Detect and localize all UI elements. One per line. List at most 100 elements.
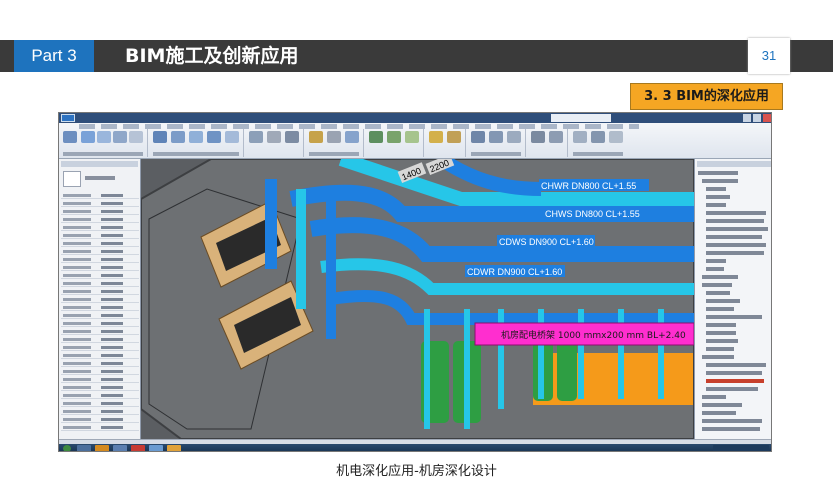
tree-item[interactable]: [706, 307, 734, 311]
stair-tool-icon[interactable]: [285, 131, 299, 143]
taskbar-app-icon[interactable]: [77, 445, 91, 451]
column-tool-icon[interactable]: [153, 131, 167, 143]
property-row[interactable]: [61, 313, 139, 319]
taskbar-app-icon[interactable]: [113, 445, 127, 451]
tree-item[interactable]: [706, 347, 734, 351]
tree-item[interactable]: [702, 395, 726, 399]
property-row[interactable]: [61, 321, 139, 327]
tree-item[interactable]: [702, 355, 734, 359]
property-row[interactable]: [61, 241, 139, 247]
model-line-icon[interactable]: [327, 131, 341, 143]
railing-tool-icon[interactable]: [249, 131, 263, 143]
area-boundary-icon[interactable]: [447, 131, 461, 143]
ramp-tool-icon[interactable]: [267, 131, 281, 143]
property-row[interactable]: [61, 369, 139, 375]
area-tool-icon[interactable]: [429, 131, 443, 143]
window-tool-icon[interactable]: [113, 131, 127, 143]
set-workplane-icon[interactable]: [573, 131, 587, 143]
search-input[interactable]: [551, 114, 611, 122]
tree-item[interactable]: [702, 179, 738, 183]
property-row[interactable]: [61, 385, 139, 391]
tree-item[interactable]: [706, 195, 730, 199]
type-selector[interactable]: [85, 176, 115, 180]
tree-item[interactable]: [706, 291, 730, 295]
viewer-icon[interactable]: [609, 131, 623, 143]
tree-item[interactable]: [706, 331, 736, 335]
tree-item[interactable]: [702, 275, 738, 279]
property-row[interactable]: [61, 225, 139, 231]
3d-viewport[interactable]: CHWR DN800 CL+1.55 CHWS DN800 CL+1.55 CD…: [141, 159, 694, 439]
property-row[interactable]: [61, 409, 139, 415]
tree-item[interactable]: [706, 339, 738, 343]
property-row[interactable]: [61, 249, 139, 255]
property-row[interactable]: [61, 289, 139, 295]
property-row[interactable]: [61, 257, 139, 263]
tree-item[interactable]: [706, 219, 764, 223]
room-separator-icon[interactable]: [387, 131, 401, 143]
property-row[interactable]: [61, 393, 139, 399]
tree-item[interactable]: [706, 243, 766, 247]
wall-tool-icon[interactable]: [81, 131, 95, 143]
property-row[interactable]: [61, 345, 139, 351]
property-row[interactable]: [61, 209, 139, 215]
type-thumbnail[interactable]: [63, 171, 81, 187]
maximize-icon[interactable]: [753, 114, 761, 122]
property-row[interactable]: [61, 297, 139, 303]
component-tool-icon[interactable]: [129, 131, 143, 143]
property-row[interactable]: [61, 417, 139, 423]
tree-item[interactable]: [702, 411, 736, 415]
start-button-icon[interactable]: [63, 445, 71, 451]
property-row[interactable]: [61, 377, 139, 383]
property-row[interactable]: [61, 353, 139, 359]
opening-face-icon[interactable]: [471, 131, 485, 143]
tree-item[interactable]: [706, 235, 762, 239]
tree-item[interactable]: [706, 251, 764, 255]
show-workplane-icon[interactable]: [591, 131, 605, 143]
property-row[interactable]: [61, 233, 139, 239]
tree-item[interactable]: [706, 227, 768, 231]
tree-item[interactable]: [702, 427, 760, 431]
tree-item[interactable]: [706, 323, 736, 327]
property-row[interactable]: [61, 329, 139, 335]
tag-room-icon[interactable]: [405, 131, 419, 143]
grid-icon[interactable]: [549, 131, 563, 143]
tree-item[interactable]: [702, 419, 762, 423]
door-tool-icon[interactable]: [97, 131, 111, 143]
taskbar-app-icon[interactable]: [149, 445, 163, 451]
tree-item[interactable]: [702, 403, 742, 407]
tree-item[interactable]: [706, 363, 766, 367]
property-row[interactable]: [61, 361, 139, 367]
revit-logo-icon[interactable]: [61, 114, 75, 122]
property-row[interactable]: [61, 193, 139, 199]
model-text-icon[interactable]: [309, 131, 323, 143]
room-tool-icon[interactable]: [369, 131, 383, 143]
ribbon-tabs[interactable]: [79, 124, 639, 129]
tree-item[interactable]: [706, 371, 762, 375]
tree-item-selected[interactable]: [706, 379, 764, 383]
property-row[interactable]: [61, 201, 139, 207]
tree-item[interactable]: [706, 187, 726, 191]
system-tray[interactable]: [713, 445, 769, 451]
property-row[interactable]: [61, 281, 139, 287]
wall-opening-icon[interactable]: [507, 131, 521, 143]
curtain-tool-icon[interactable]: [225, 131, 239, 143]
model-group-icon[interactable]: [345, 131, 359, 143]
taskbar-app-icon[interactable]: [167, 445, 181, 451]
taskbar-app-icon[interactable]: [95, 445, 109, 451]
shaft-icon[interactable]: [489, 131, 503, 143]
tree-item[interactable]: [702, 283, 732, 287]
tree-item[interactable]: [706, 315, 762, 319]
property-row[interactable]: [61, 273, 139, 279]
floor-tool-icon[interactable]: [207, 131, 221, 143]
tree-item[interactable]: [706, 299, 740, 303]
property-row[interactable]: [61, 401, 139, 407]
property-row[interactable]: [61, 337, 139, 343]
tree-item[interactable]: [706, 387, 758, 391]
property-row[interactable]: [61, 425, 139, 431]
modify-tool-icon[interactable]: [63, 131, 77, 143]
level-icon[interactable]: [531, 131, 545, 143]
close-icon[interactable]: [763, 114, 771, 122]
tree-item[interactable]: [706, 259, 726, 263]
minimize-icon[interactable]: [743, 114, 751, 122]
tree-item[interactable]: [698, 171, 738, 175]
